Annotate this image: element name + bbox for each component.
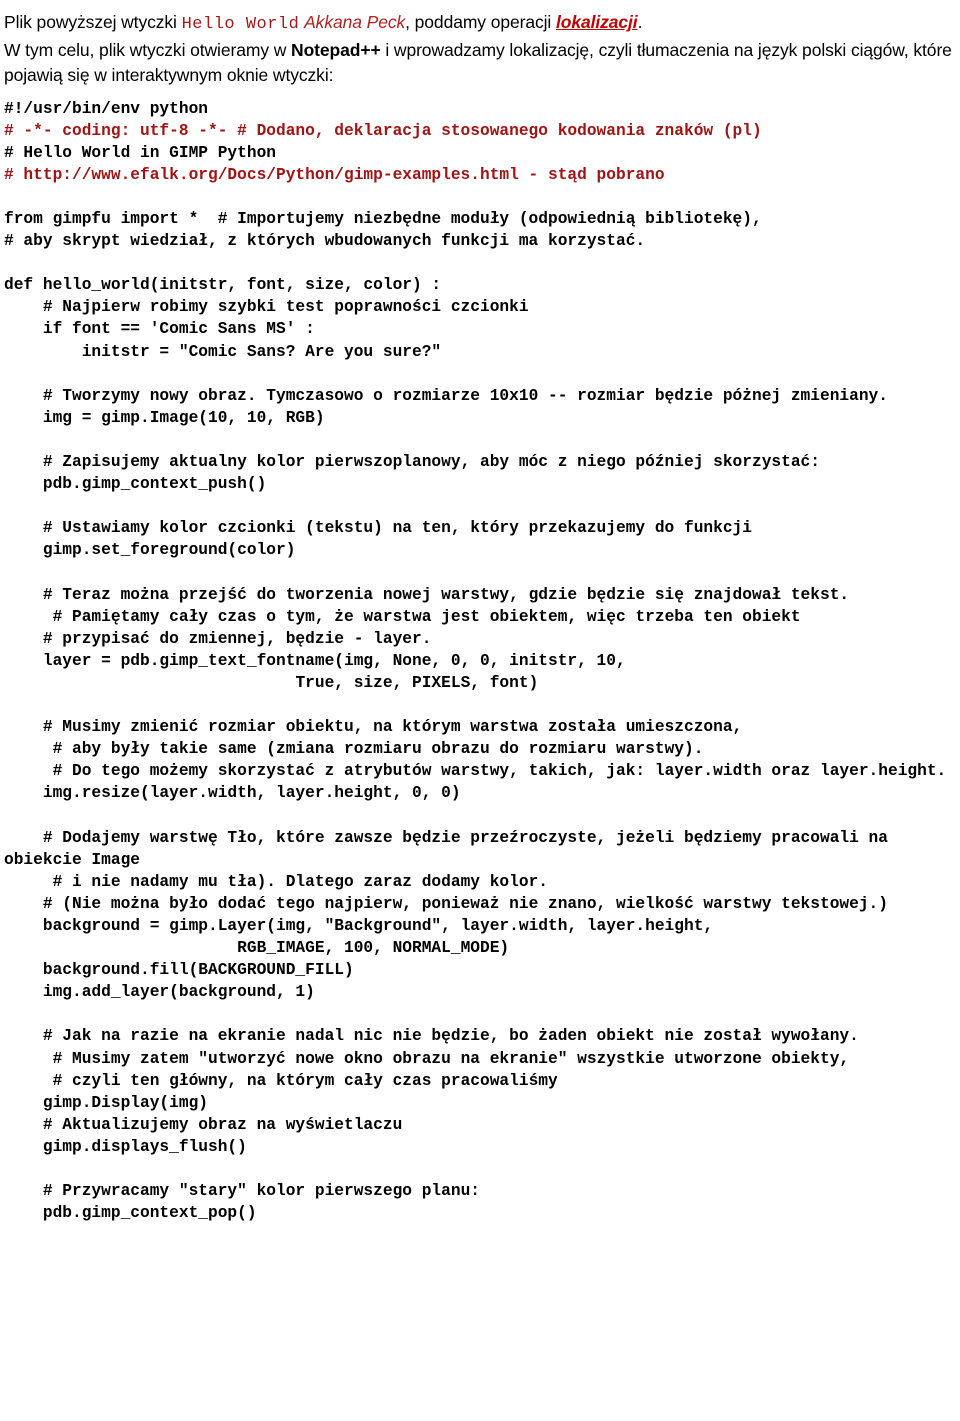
- code-line: # Ustawiamy kolor czcionki (tekstu) na t…: [4, 519, 752, 538]
- intro-text-segment-2: , poddamy operacji: [405, 12, 556, 32]
- intro-text-segment: Plik powyższej wtyczki: [4, 12, 182, 32]
- author-name-akkana-peck: Akkana Peck: [304, 12, 406, 32]
- code-line: # i nie nadamy mu tła). Dlatego zaraz do…: [4, 872, 548, 891]
- code-line: # (Nie można było dodać tego najpierw, p…: [4, 894, 888, 913]
- code-line: # aby były takie same (zmiana rozmiaru o…: [4, 740, 704, 759]
- code-line: gimp.set_foreground(color): [4, 541, 296, 560]
- intro-paragraph-2: W tym celu, plik wtyczki otwieramy w Not…: [4, 38, 956, 89]
- app-name-notepadpp: Notepad++: [291, 39, 381, 60]
- code-line: img.resize(layer.width, layer.height, 0,…: [4, 784, 461, 803]
- code-line: RGB_IMAGE, 100, NORMAL_MODE): [4, 939, 510, 958]
- python-source-code-block: #!/usr/bin/env python # -*- coding: utf-8…: [4, 98, 956, 1225]
- top-spacer: [4, 2, 956, 10]
- code-line: # Zapisujemy aktualny kolor pierwszoplan…: [4, 453, 820, 471]
- code-line: from gimpfu import * # Importujemy niezb…: [4, 209, 762, 228]
- code-line: # Dodajemy warstwę Tło, które zawsze będ…: [4, 828, 898, 869]
- code-line: # Do tego możemy skorzystać z atrybutów …: [4, 762, 947, 781]
- code-line: pdb.gimp_context_push(): [4, 475, 267, 494]
- code-line: # Jak na razie na ekranie nadal nic nie …: [4, 1027, 859, 1046]
- code-line: # Musimy zatem "utworzyć nowe okno obraz…: [4, 1049, 850, 1068]
- code-line: gimp.Display(img): [4, 1093, 208, 1112]
- code-line: # Tworzymy nowy obraz. Tymczasowo o rozm…: [4, 386, 888, 405]
- intro-text-segment-3: .: [637, 12, 643, 32]
- code-line: #!/usr/bin/env python: [4, 99, 208, 118]
- plugin-name-hello-world: Hello World: [181, 15, 300, 34]
- code-line: if font == 'Comic Sans MS' :: [4, 320, 315, 339]
- code-line: # http://www.efalk.org/Docs/Python/gimp-…: [4, 165, 665, 184]
- code-line: background = gimp.Layer(img, "Background…: [4, 916, 714, 935]
- code-line: # Pamiętamy cały czas o tym, że warstwa …: [4, 607, 801, 626]
- code-line: gimp.displays_flush(): [4, 1137, 247, 1156]
- code-line: # Przywracamy "stary" kolor pierwszego p…: [4, 1182, 480, 1201]
- code-line: # -*- coding: utf-8 -*- # Dodano, deklar…: [4, 121, 762, 140]
- code-line: # aby skrypt wiedział, z których wbudowa…: [4, 232, 646, 251]
- code-line: # Najpierw robimy szybki test poprawnośc…: [4, 298, 529, 317]
- document-page: Plik powyższej wtyczki Hello World Akkan…: [0, 0, 960, 1224]
- code-line: initstr = "Comic Sans? Are you sure?": [4, 342, 442, 361]
- code-line: background.fill(BACKGROUND_FILL): [4, 961, 354, 980]
- code-line: # Aktualizujemy obraz na wyświetlaczu: [4, 1115, 403, 1134]
- code-line: True, size, PIXELS, font): [4, 673, 539, 692]
- code-line: img.add_layer(background, 1): [4, 983, 315, 1002]
- intro-paragraph-1: Plik powyższej wtyczki Hello World Akkan…: [4, 10, 956, 38]
- code-line: # Musimy zmienić rozmiar obiektu, na któ…: [4, 718, 743, 737]
- code-line: layer = pdb.gimp_text_fontname(img, None…: [4, 651, 626, 670]
- code-line: def hello_world(initstr, font, size, col…: [4, 276, 442, 295]
- code-line: img = gimp.Image(10, 10, RGB): [4, 408, 325, 427]
- mid-spacer: [4, 89, 956, 98]
- intro2-text-segment: W tym celu, plik wtyczki otwieramy w: [4, 39, 292, 60]
- code-line: # przypisać do zmiennej, będzie - layer.: [4, 629, 432, 648]
- code-line: # Hello World in GIMP Python: [4, 143, 276, 162]
- keyword-lokalizacji: lokalizacji: [555, 12, 638, 32]
- code-line: # Teraz można przejść do tworzenia nowej…: [4, 585, 850, 604]
- code-line: pdb.gimp_context_pop(): [4, 1204, 257, 1223]
- code-line: # czyli ten główny, na którym cały czas …: [4, 1071, 558, 1090]
